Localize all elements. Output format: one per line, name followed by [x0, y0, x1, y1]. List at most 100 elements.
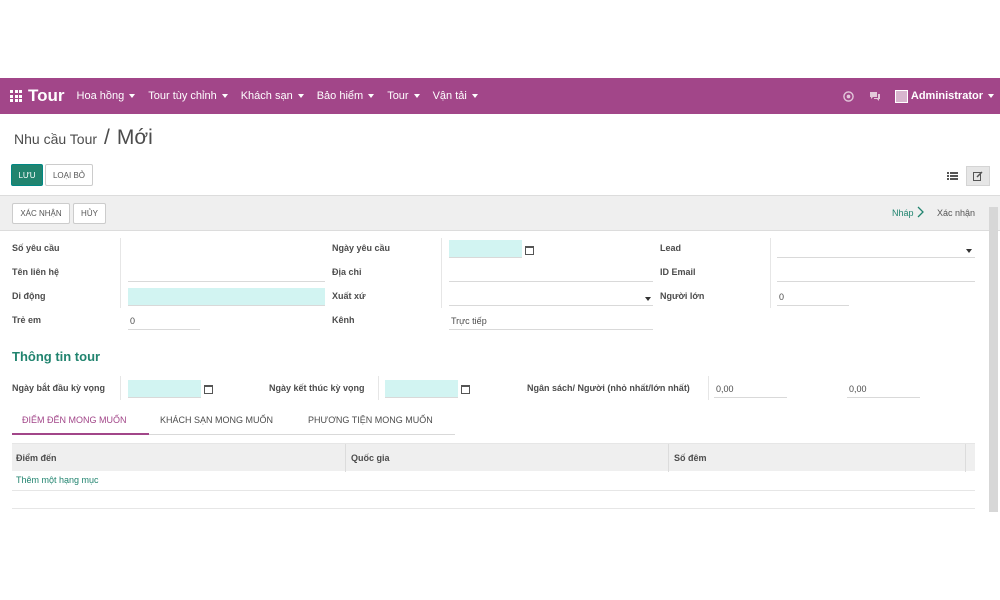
start-date-label: Ngày bắt đầu kỳ vọng	[12, 383, 106, 393]
section-title: Thông tin tour	[12, 349, 101, 364]
table-footer	[12, 508, 975, 509]
request-no-label: Số yêu cầu	[12, 243, 60, 253]
address-input[interactable]	[449, 264, 653, 282]
menu-label: Tour tùy chỉnh	[148, 90, 217, 102]
menu-item-tour[interactable]: Tour	[387, 90, 420, 102]
column-header-nights[interactable]: Số đêm	[674, 453, 707, 463]
add-line-link[interactable]: Thêm một hạng mục	[16, 475, 99, 485]
stage-draft[interactable]: Nháp	[892, 208, 914, 218]
menu-item-custom-tour[interactable]: Tour tùy chỉnh	[148, 90, 228, 102]
column-divider	[120, 238, 121, 308]
mobile-label: Di động	[12, 291, 46, 301]
chevron-down-icon	[471, 94, 478, 98]
destinations-table: Điểm đến Quốc gia Số đêm Thêm một hạng m…	[12, 443, 975, 491]
chevron-down-icon	[966, 249, 972, 253]
column-divider	[965, 444, 966, 472]
chevron-down-icon	[129, 94, 136, 98]
calendar-icon[interactable]	[204, 385, 213, 394]
column-divider	[770, 238, 771, 308]
children-input[interactable]: 0	[128, 312, 200, 330]
status-bar: XÁC NHẬN HỦY Nháp Xác nhận	[0, 195, 1000, 231]
channel-select[interactable]: Trực tiếp	[449, 312, 653, 330]
top-navbar: Tour Hoa hồng Tour tùy chỉnh Khách sạn B…	[0, 78, 1000, 114]
column-divider	[668, 444, 669, 472]
app-title: Tour	[28, 86, 65, 105]
menu-label: Bảo hiểm	[316, 90, 364, 102]
lead-select[interactable]	[777, 240, 975, 258]
address-label: Địa chỉ	[332, 267, 362, 277]
main-menu: Hoa hồng Tour tùy chỉnh Khách sạn Bảo hi…	[77, 90, 491, 102]
help-icon[interactable]	[843, 90, 855, 102]
budget-min-input[interactable]: 0,00	[714, 380, 787, 398]
chat-icon[interactable]	[869, 90, 881, 102]
form-view-icon[interactable]	[966, 166, 990, 186]
contact-name-label: Tên liên hệ	[12, 267, 60, 277]
adults-label: Người lớn	[660, 291, 705, 301]
menu-label: Hoa hồng	[76, 90, 125, 102]
scrollbar[interactable]	[989, 207, 998, 512]
chevron-down-icon	[988, 94, 994, 98]
channel-label: Kênh	[332, 315, 355, 325]
apps-grid-icon[interactable]	[10, 90, 22, 102]
adults-input[interactable]: 0	[777, 288, 849, 306]
column-divider	[378, 376, 379, 400]
email-label: ID Email	[660, 267, 696, 277]
menu-label: Tour	[387, 90, 409, 102]
avatar	[894, 89, 908, 103]
cancel-button[interactable]: HỦY	[73, 203, 106, 224]
breadcrumb-separator: /	[104, 126, 110, 149]
email-input[interactable]	[777, 264, 975, 282]
menu-item-hotel[interactable]: Khách sạn	[241, 90, 304, 102]
table-header: Điểm đến Quốc gia Số đêm	[12, 443, 975, 472]
column-header-destination[interactable]: Điểm đến	[16, 453, 57, 463]
lead-label: Lead	[660, 243, 682, 253]
budget-max-input[interactable]: 0,00	[847, 380, 920, 398]
column-header-country[interactable]: Quốc gia	[351, 453, 390, 463]
menu-label: Vận tải	[432, 90, 467, 102]
column-divider	[708, 376, 709, 400]
menu-item-insurance[interactable]: Bảo hiểm	[316, 90, 375, 102]
navbar-right: Administrator	[843, 78, 994, 114]
origin-select[interactable]	[449, 288, 653, 306]
start-date-input[interactable]	[128, 380, 201, 398]
tab-destinations[interactable]: ĐIỂM ĐẾN MONG MUỐN	[22, 415, 127, 425]
app-brand[interactable]: Tour	[10, 86, 65, 106]
chevron-down-icon	[297, 94, 304, 98]
mobile-input[interactable]	[128, 288, 325, 306]
page-title: Mới	[116, 126, 153, 149]
notebook-tabs: ĐIỂM ĐẾN MONG MUỐN KHÁCH SẠN MONG MUỐN P…	[12, 409, 455, 435]
chevron-right-icon	[917, 206, 924, 218]
chevron-down-icon	[221, 94, 228, 98]
column-divider	[441, 238, 442, 308]
user-name: Administrator	[910, 90, 983, 102]
request-date-label: Ngày yêu cầu	[332, 243, 391, 253]
children-label: Trẻ em	[12, 315, 42, 325]
menu-label: Khách sạn	[240, 90, 293, 102]
stage-confirmed[interactable]: Xác nhận	[937, 208, 975, 218]
confirm-button[interactable]: XÁC NHẬN	[12, 203, 70, 224]
user-menu[interactable]: Administrator	[894, 89, 994, 103]
breadcrumb-parent[interactable]: Nhu cầu Tour	[14, 131, 97, 147]
calendar-icon[interactable]	[461, 385, 470, 394]
column-divider	[120, 376, 121, 400]
table-row: Thêm một hạng mục	[12, 471, 975, 491]
end-date-label: Ngày kết thúc kỳ vọng	[269, 383, 365, 393]
list-view-icon[interactable]	[943, 166, 962, 185]
active-tab-indicator	[12, 433, 149, 435]
tab-hotels[interactable]: KHÁCH SẠN MONG MUỐN	[160, 415, 273, 425]
menu-item-commission[interactable]: Hoa hồng	[77, 90, 136, 102]
menu-item-transport[interactable]: Vận tải	[433, 90, 478, 102]
budget-label: Ngân sách/ Người (nhỏ nhất/lớn nhất)	[527, 383, 690, 393]
chevron-down-icon	[645, 297, 651, 301]
contact-name-input[interactable]	[128, 264, 325, 282]
column-divider	[345, 444, 346, 472]
save-button[interactable]: LƯU	[11, 164, 43, 186]
end-date-input[interactable]	[385, 380, 458, 398]
calendar-icon[interactable]	[525, 246, 534, 255]
breadcrumb: Nhu cầu Tour / Mới	[14, 126, 153, 150]
tab-transport[interactable]: PHƯƠNG TIỆN MONG MUỐN	[308, 415, 433, 425]
discard-button[interactable]: LOẠI BỎ	[45, 164, 93, 186]
origin-label: Xuất xứ	[332, 291, 366, 301]
request-date-input[interactable]	[449, 240, 522, 258]
chevron-down-icon	[413, 94, 420, 98]
